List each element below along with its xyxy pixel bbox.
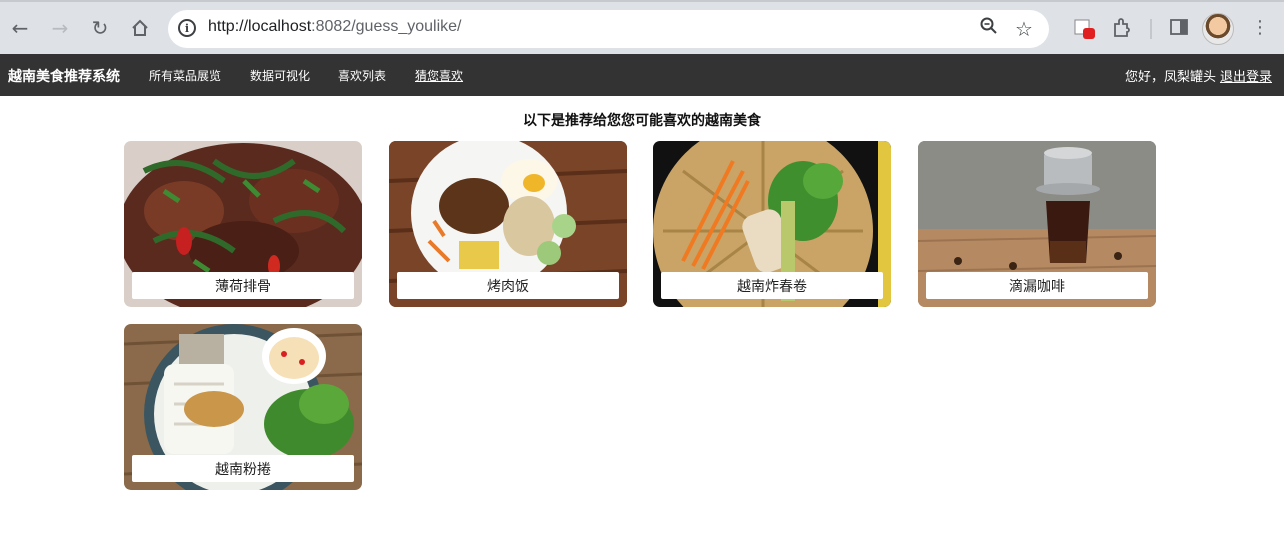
nav-data-visualization[interactable]: 数据可视化: [250, 67, 310, 84]
user-area: 您好，凤梨罐头 退出登录: [1125, 66, 1272, 85]
site-info-icon[interactable]: i: [178, 19, 196, 37]
dish-name: 烤肉饭: [397, 272, 619, 299]
zoom-icon[interactable]: [976, 16, 1002, 42]
browser-toolbar: ← → ↻ i http://localhost:8082/guess_youl…: [0, 0, 1284, 54]
dish-card[interactable]: 越南炸春卷: [653, 141, 891, 307]
dish-name: 滴漏咖啡: [926, 272, 1148, 299]
nav-all-dishes[interactable]: 所有菜品展览: [149, 67, 221, 84]
user-greeting: 您好，凤梨罐头: [1124, 70, 1216, 85]
bookmark-star-icon[interactable]: ☆: [1011, 16, 1037, 42]
logout-link[interactable]: 退出登录: [1220, 70, 1272, 85]
nav-favorites-list[interactable]: 喜欢列表: [338, 67, 386, 84]
address-bar[interactable]: i http://localhost:8082/guess_youlike/ ☆: [168, 10, 1049, 48]
back-icon[interactable]: ←: [8, 16, 32, 40]
extension-icon[interactable]: [1072, 16, 1098, 42]
site-navbar: 越南美食推荐系统 所有菜品展览 数据可视化 喜欢列表 猜您喜欢 您好，凤梨罐头退…: [0, 54, 1284, 96]
site-brand[interactable]: 越南美食推荐系统: [8, 66, 120, 86]
dish-name: 越南粉捲: [132, 455, 354, 482]
dish-name: 越南炸春卷: [661, 272, 883, 299]
dish-card[interactable]: 烤肉饭: [389, 141, 627, 307]
menu-kebab-icon[interactable]: ⋮: [1248, 16, 1272, 40]
toolbar-divider: [1150, 19, 1152, 39]
side-panel-icon[interactable]: [1168, 16, 1194, 42]
page-heading: 以下是推荐给您您可能喜欢的越南美食: [523, 113, 761, 129]
dish-card[interactable]: 薄荷排骨: [124, 141, 362, 307]
profile-avatar[interactable]: [1202, 13, 1234, 45]
extensions-puzzle-icon[interactable]: [1110, 16, 1136, 42]
forward-icon[interactable]: →: [48, 16, 72, 40]
dish-card[interactable]: 滴漏咖啡: [918, 141, 1156, 307]
dish-name: 薄荷排骨: [132, 272, 354, 299]
dish-card[interactable]: 越南粉捲: [124, 324, 362, 490]
url-text[interactable]: http://localhost:8082/guess_youlike/: [208, 18, 462, 36]
nav-guess-you-like[interactable]: 猜您喜欢: [415, 67, 463, 84]
home-icon[interactable]: [128, 16, 152, 40]
reload-icon[interactable]: ↻: [88, 16, 112, 40]
